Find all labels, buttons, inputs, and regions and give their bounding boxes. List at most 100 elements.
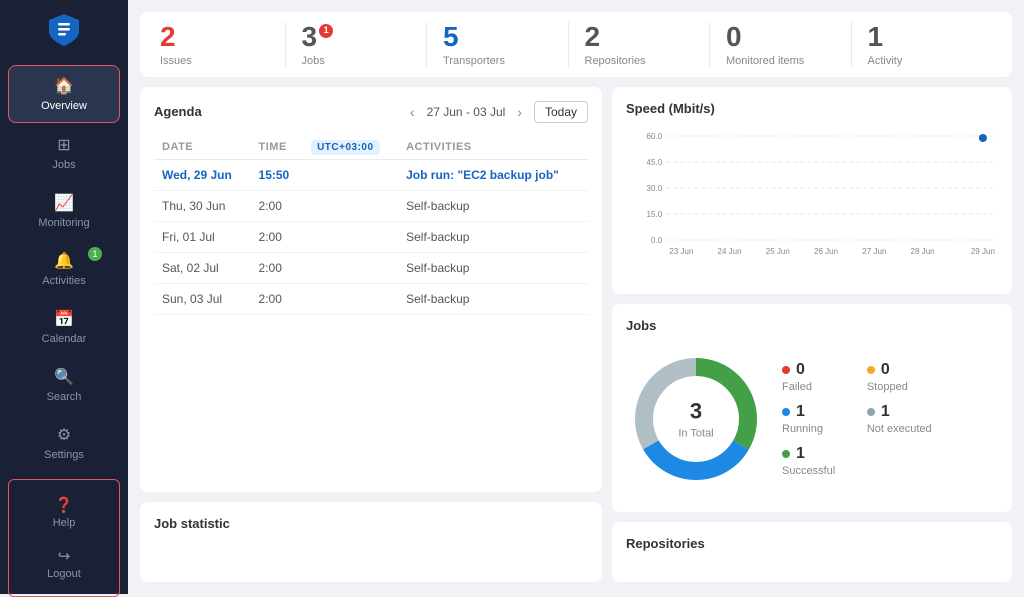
left-column: Agenda ‹ 27 Jun - 03 Jul › Today DATE TI… [140, 87, 602, 582]
sidebar-item-monitoring[interactable]: 📈 Monitoring [8, 183, 120, 239]
stat-activity-label: Activity [868, 55, 903, 67]
legend-running-label: Running [782, 423, 847, 435]
cell-time: 2:00 [251, 283, 304, 314]
donut-wrap: 3 In Total [626, 349, 766, 489]
stat-repositories-label: Repositories [585, 55, 646, 67]
sidebar-item-jobs[interactable]: ⊞ Jobs [8, 125, 120, 181]
bell-icon: 🔔 [54, 251, 74, 271]
right-column: Speed (Mbit/s) 60.0 45.0 30.0 15.0 0.0 2… [612, 87, 1012, 582]
sidebar-item-search[interactable]: 🔍 Search [8, 357, 120, 413]
sidebar-label-settings: Settings [44, 449, 84, 461]
col-time: TIME [251, 135, 304, 160]
speed-title: Speed (Mbit/s) [626, 101, 998, 116]
utc-badge: UTC+03:00 [311, 140, 379, 155]
svg-text:60.0: 60.0 [647, 132, 663, 141]
svg-text:0.0: 0.0 [651, 236, 663, 245]
legend-not-executed-count: 1 [881, 403, 890, 421]
cell-date: Sat, 02 Jul [154, 252, 251, 283]
cell-date: Wed, 29 Jun [154, 159, 251, 190]
logo [45, 10, 83, 51]
cell-utc [303, 190, 398, 221]
stat-jobs-label: Jobs [302, 55, 325, 67]
legend-failed: 0 Failed [782, 361, 847, 393]
grid-icon: ⊞ [57, 135, 70, 155]
sidebar-item-settings[interactable]: ⚙ Settings [8, 415, 120, 471]
sidebar-item-activities[interactable]: 🔔 Activities 1 [8, 241, 120, 297]
jobs-title: Jobs [626, 318, 998, 333]
repositories-title: Repositories [626, 536, 998, 551]
table-row: Fri, 01 Jul 2:00 Self-backup [154, 221, 588, 252]
stat-transporters: 5 Transporters [427, 22, 569, 67]
job-statistic-title: Job statistic [154, 516, 588, 531]
legend-not-executed: 1 Not executed [867, 403, 932, 435]
jobs-legend: 0 Failed 0 Stopped [782, 361, 932, 477]
cell-date: Sun, 03 Jul [154, 283, 251, 314]
svg-text:24 Jun: 24 Jun [717, 247, 741, 256]
sidebar-label-search: Search [47, 391, 82, 403]
table-row: Sat, 02 Jul 2:00 Self-backup [154, 252, 588, 283]
svg-text:23 Jun: 23 Jun [669, 247, 693, 256]
stat-transporters-label: Transporters [443, 55, 505, 67]
svg-text:28 Jun: 28 Jun [911, 247, 935, 256]
cell-activity: Self-backup [398, 190, 588, 221]
legend-successful-label: Successful [782, 465, 847, 477]
sidebar-item-help[interactable]: ❓ Help [17, 488, 111, 537]
logout-icon: ↪ [58, 547, 71, 565]
agenda-header-row: DATE TIME UTC+03:00 ACTIVITIES [154, 135, 588, 160]
stat-monitored: 0 Monitored items [710, 22, 852, 67]
svg-text:25 Jun: 25 Jun [766, 247, 790, 256]
activities-badge: 1 [88, 247, 102, 261]
repositories-card: Repositories [612, 522, 1012, 582]
search-icon: 🔍 [54, 367, 74, 387]
sidebar-label-help: Help [53, 517, 76, 529]
col-utc: UTC+03:00 [303, 135, 398, 160]
sidebar-item-calendar[interactable]: 📅 Calendar [8, 299, 120, 355]
next-arrow[interactable]: › [513, 102, 526, 122]
legend-stopped-label: Stopped [867, 381, 932, 393]
stat-jobs-number: 3 1 [302, 22, 334, 53]
cell-utc [303, 159, 398, 190]
stat-monitored-number: 0 [726, 22, 742, 53]
sidebar-label-logout: Logout [47, 568, 81, 580]
cell-activity: Self-backup [398, 283, 588, 314]
cell-date: Fri, 01 Jul [154, 221, 251, 252]
legend-stopped: 0 Stopped [867, 361, 932, 393]
cell-time: 2:00 [251, 252, 304, 283]
stat-transporters-number: 5 [443, 22, 459, 53]
cell-date: Thu, 30 Jun [154, 190, 251, 221]
cell-activity: Self-backup [398, 252, 588, 283]
stat-monitored-label: Monitored items [726, 55, 804, 67]
sidebar-label-calendar: Calendar [42, 333, 87, 345]
prev-arrow[interactable]: ‹ [406, 102, 419, 122]
stat-repositories-number: 2 [585, 22, 601, 53]
sidebar-nav: 🏠 Overview ⊞ Jobs 📈 Monitoring 🔔 Activit… [0, 61, 128, 475]
cell-activity: Job run: "EC2 backup job" [398, 159, 588, 190]
dot-not-executed [867, 408, 875, 416]
stat-jobs: 3 1 Jobs [286, 22, 428, 67]
stat-issues-label: Issues [160, 55, 192, 67]
dot-running [782, 408, 790, 416]
content-area: Agenda ‹ 27 Jun - 03 Jul › Today DATE TI… [140, 87, 1012, 582]
jobs-card: Jobs [612, 304, 1012, 512]
dot-failed [782, 366, 790, 374]
jobs-badge: 1 [319, 24, 333, 38]
dot-stopped [867, 366, 875, 374]
stat-issues: 2 Issues [160, 22, 286, 67]
today-button[interactable]: Today [534, 101, 588, 123]
legend-failed-count: 0 [796, 361, 805, 379]
legend-failed-label: Failed [782, 381, 847, 393]
speed-chart-svg: 60.0 45.0 30.0 15.0 0.0 23 Jun 24 Jun 25… [626, 126, 998, 256]
cell-time: 2:00 [251, 190, 304, 221]
cell-activity: Self-backup [398, 221, 588, 252]
svg-text:45.0: 45.0 [647, 158, 663, 167]
agenda-header: Agenda ‹ 27 Jun - 03 Jul › Today [154, 101, 588, 123]
dot-successful [782, 450, 790, 458]
sidebar-label-overview: Overview [41, 100, 87, 112]
col-activities: ACTIVITIES [398, 135, 588, 160]
sidebar-item-overview[interactable]: 🏠 Overview [8, 65, 120, 123]
job-statistic-card: Job statistic [140, 502, 602, 582]
calendar-icon: 📅 [54, 309, 74, 329]
col-date: DATE [154, 135, 251, 160]
sidebar-item-logout[interactable]: ↪ Logout [17, 539, 111, 588]
donut-total: 3 [678, 398, 713, 427]
